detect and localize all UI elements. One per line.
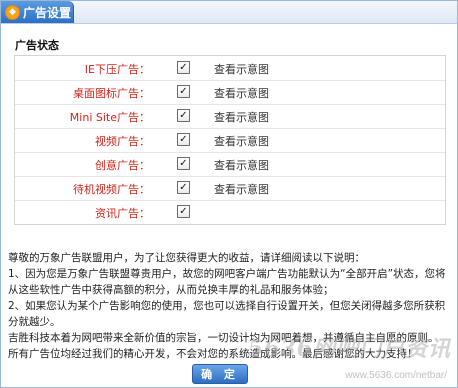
ad-settings-table: IE下压广告： ✓ 查看示意图 桌面图标广告： ✓ 查看示意图 Mini Sit… [14, 55, 446, 225]
ad-settings-window: ◆ 广告设置 广告状态 IE下压广告： ✓ 查看示意图 桌面图标广告： ✓ 查看… [0, 0, 458, 388]
ad-row-ie-popunder: IE下压广告： ✓ 查看示意图 [15, 56, 445, 81]
ad-row-creative: 创意广告： ✓ 查看示意图 [15, 152, 445, 177]
view-diagram-link[interactable]: 查看示意图 [214, 157, 269, 173]
watermark-logo: 5636网吧门户资讯 [247, 336, 451, 362]
ad-row-mini-site: Mini Site广告： ✓ 查看示意图 [15, 104, 445, 129]
description-intro: 尊敬的万象广告联盟用户，为了让您获得更大的收益，请详细阅读以下说明： [8, 252, 365, 264]
title-tab: ◆ 广告设置 [1, 1, 74, 23]
description-point-2: 2、如果您认为某个广告影响您的使用，您也可以选择自行设置开关，但您关闭得越多您所… [8, 300, 446, 328]
mini-site-checkbox[interactable]: ✓ [177, 109, 190, 122]
ie-popunder-checkbox[interactable]: ✓ [177, 61, 190, 74]
ad-row-standby-video: 待机视频广告： ✓ 查看示意图 [15, 176, 445, 201]
ad-row-label: 视频广告： [95, 135, 150, 148]
desktop-icon-checkbox[interactable]: ✓ [177, 85, 190, 98]
view-diagram-link[interactable]: 查看示意图 [214, 85, 269, 101]
ad-row-news: 资讯广告： ✓ [15, 200, 445, 224]
ad-row-label: 创意广告： [95, 159, 150, 172]
ad-row-label: Mini Site广告： [69, 111, 150, 124]
ad-row-desktop-icon: 桌面图标广告： ✓ 查看示意图 [15, 80, 445, 105]
ad-row-label: 桌面图标广告： [73, 87, 150, 100]
view-diagram-link[interactable]: 查看示意图 [214, 61, 269, 77]
ad-row-label: 待机视频广告： [73, 183, 150, 196]
ad-row-label: IE下压广告： [84, 63, 150, 76]
description-point-1: 1、因为您是万象广告联盟尊贵用户，故您的网吧客户端广告功能默认为“全部开启”状态… [8, 268, 446, 296]
creative-checkbox[interactable]: ✓ [177, 157, 190, 170]
section-title: 广告状态 [15, 39, 59, 52]
news-checkbox[interactable]: ✓ [177, 205, 190, 218]
window-title: 广告设置 [23, 5, 72, 20]
title-bar: ◆ 广告设置 [1, 1, 457, 24]
ad-row-label: 资讯广告： [95, 207, 150, 220]
standby-video-checkbox[interactable]: ✓ [177, 181, 190, 194]
ok-button[interactable]: 确 定 [192, 364, 248, 384]
view-diagram-link[interactable]: 查看示意图 [214, 133, 269, 149]
ad-row-video: 视频广告： ✓ 查看示意图 [15, 128, 445, 153]
settings-icon: ◆ [5, 4, 20, 20]
video-checkbox[interactable]: ✓ [177, 133, 190, 146]
watermark-url: www.5636.com/netbar/ [345, 370, 447, 381]
view-diagram-link[interactable]: 查看示意图 [214, 181, 269, 197]
view-diagram-link[interactable]: 查看示意图 [214, 109, 269, 125]
